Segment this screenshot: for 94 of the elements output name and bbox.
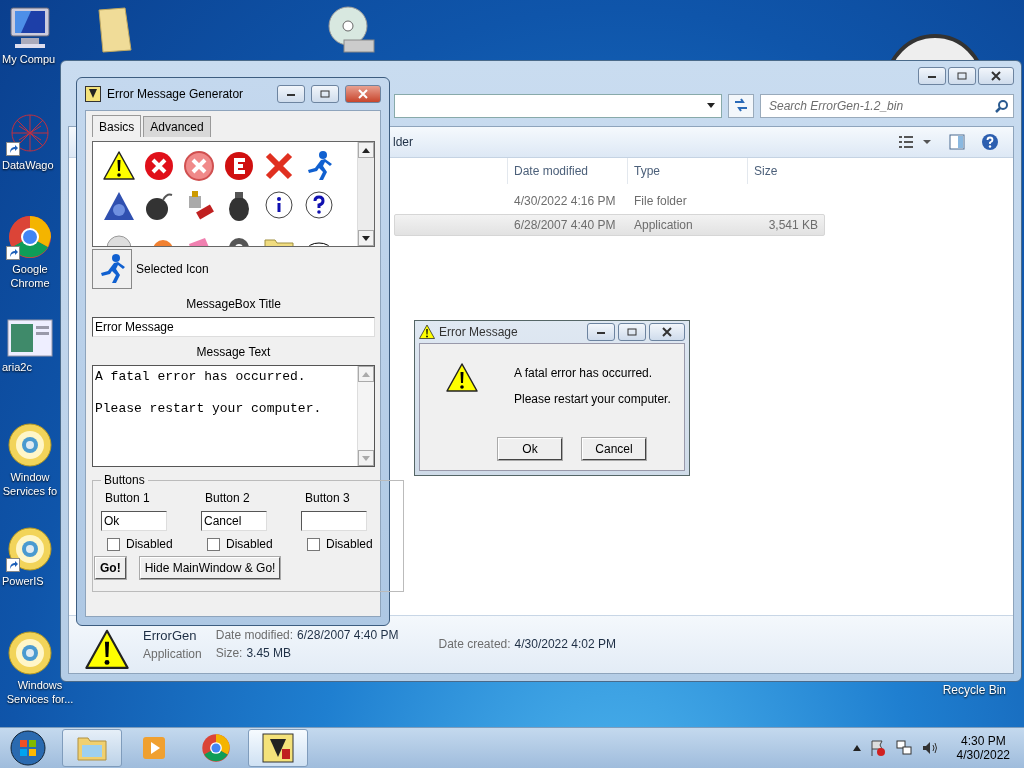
button-text-field[interactable] [301, 511, 367, 531]
group-label: Buttons [103, 473, 146, 487]
app-icon [85, 86, 101, 102]
error-x-icon[interactable] [183, 150, 215, 182]
error-x-icon[interactable] [143, 150, 175, 182]
tab[interactable]: Advanced [143, 116, 211, 137]
help-icon[interactable] [981, 133, 999, 151]
button-label: Button 2 [204, 491, 251, 505]
pyramid-icon[interactable] [103, 190, 135, 222]
chrome-icon[interactable] [7, 214, 53, 260]
minimize-icon[interactable] [927, 73, 937, 79]
info-bubble-icon[interactable] [263, 190, 295, 222]
desktop-icon-label[interactable]: DataWago [2, 158, 54, 172]
search-field[interactable]: Search ErrorGen-1.2_bin [760, 94, 1014, 118]
title-input-field[interactable]: Error Message [92, 317, 375, 337]
checkbox-label: Disabled [326, 537, 373, 551]
warning-icon [419, 324, 435, 340]
recycle-bin-label[interactable]: Recycle Bin [942, 683, 1006, 697]
warning-icon [85, 628, 129, 672]
desktop-icon-label[interactable]: Windows Services for... [2, 678, 78, 706]
button-text-field[interactable]: Cancel [201, 511, 267, 531]
minimize-button[interactable] [277, 85, 305, 103]
maximize-button[interactable] [311, 85, 339, 103]
button-label: Button 3 [304, 491, 351, 505]
warning-icon [103, 150, 135, 182]
message-text-label: Message Text [195, 345, 272, 359]
file-row[interactable]: 4/30/2022 4:16 PM File folder [394, 190, 825, 212]
scroll-up-button[interactable] [358, 142, 374, 158]
checkbox-label: Disabled [126, 537, 173, 551]
dialog-button[interactable]: Cancel [582, 438, 646, 460]
column-header[interactable]: Size [747, 158, 823, 184]
caret-up-icon[interactable] [362, 147, 370, 153]
flag-icon[interactable] [868, 739, 887, 757]
close-icon[interactable] [662, 327, 672, 337]
dialog-message: A fatal error has occurred. [514, 366, 654, 380]
view-list-icon[interactable] [899, 135, 933, 149]
button-label: Button 1 [104, 491, 151, 505]
chrome-icon [201, 733, 231, 763]
details-pane: ErrorGen Application Date modified: 6/28/2007 4:40 PM Size: 3.45 MB Date created: 4/30/2022 4:02 PM [69, 615, 1013, 673]
desktop-icon-label[interactable]: PowerIS [2, 574, 44, 588]
hide-and-go-button[interactable]: Hide MainWindow & Go! [139, 557, 281, 579]
folder-icon[interactable] [95, 6, 135, 54]
letter-circle-icon[interactable] [223, 150, 255, 182]
refresh-button[interactable] [728, 94, 754, 118]
clock-date[interactable]: 4/30/2022 [956, 748, 1010, 762]
file-row[interactable]: 6/28/2007 4:40 PM Application 3,541 KB [394, 214, 825, 236]
disc-icon[interactable] [7, 630, 53, 676]
checkbox-label: Disabled [226, 537, 273, 551]
media-player-icon [140, 734, 168, 762]
minimize-button[interactable] [918, 67, 946, 85]
close-button[interactable] [978, 67, 1014, 85]
desktop-icon-label[interactable]: Google Chrome [2, 262, 58, 290]
computer-icon[interactable] [7, 6, 53, 50]
show-hidden-icons-caret-icon[interactable] [852, 745, 861, 751]
desktop-icon-label[interactable]: My Compu [2, 52, 56, 66]
desktop-icon-label[interactable]: aria2c [2, 360, 32, 374]
maximize-icon[interactable] [627, 328, 637, 336]
desktop-icon-label[interactable]: Window Services fo [2, 470, 58, 498]
folder-icon [76, 734, 108, 762]
network-icon[interactable] [894, 739, 913, 757]
selected-icon-label: Selected Icon [136, 262, 209, 276]
warning-icon [446, 362, 478, 394]
window-title: Error Message Generator [107, 87, 245, 101]
column-header[interactable]: Type [627, 158, 747, 184]
app-window-icon[interactable] [7, 318, 53, 358]
minimize-icon[interactable] [286, 91, 296, 97]
dialog-title: Error Message [439, 325, 519, 339]
column-header[interactable]: Date modified [507, 158, 627, 184]
maximize-icon[interactable] [320, 90, 330, 98]
disc-icon[interactable] [7, 422, 53, 468]
scroll-down-button[interactable] [358, 230, 374, 246]
go-button[interactable]: Go! [95, 557, 126, 579]
disc-icon[interactable] [7, 526, 53, 572]
search-icon[interactable] [995, 99, 1009, 113]
caret-icon[interactable] [707, 103, 715, 109]
refresh-icon[interactable] [733, 97, 749, 112]
address-field[interactable] [394, 94, 722, 118]
taskbar-button[interactable] [248, 729, 308, 767]
close-button[interactable] [649, 323, 685, 341]
close-icon[interactable] [991, 71, 1001, 81]
x-mark-icon[interactable] [263, 150, 295, 182]
button-text-field[interactable]: Ok [101, 511, 167, 531]
warning-sign-icon [262, 733, 294, 763]
clock-time[interactable]: 4:30 PM [960, 734, 1006, 748]
title-label: MessageBox Title [185, 297, 282, 311]
disc-drive-icon[interactable] [326, 4, 376, 54]
minimize-button[interactable] [587, 323, 615, 341]
tab[interactable]: Basics [92, 115, 142, 137]
caret-down-icon[interactable] [362, 235, 370, 241]
maximize-icon[interactable] [957, 72, 967, 80]
help-bubble-icon[interactable] [303, 190, 335, 222]
dialog-button[interactable]: Ok [498, 438, 562, 460]
minimize-icon[interactable] [596, 329, 606, 335]
dialog-message: Please restart your computer. [514, 392, 671, 406]
